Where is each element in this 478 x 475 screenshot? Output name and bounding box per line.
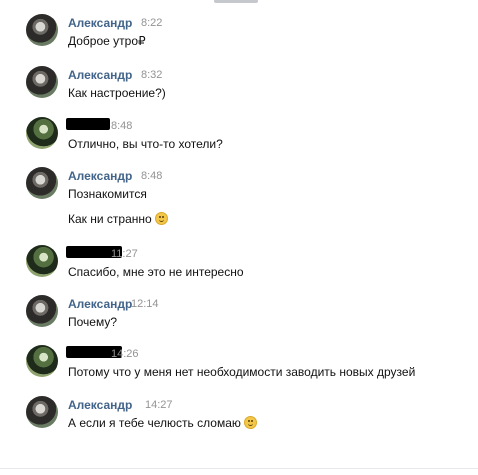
avatar[interactable] xyxy=(26,295,58,327)
author-name[interactable]: Александр xyxy=(68,169,132,183)
message-text: А если я тебе челюсть сломаю xyxy=(68,416,257,430)
avatar[interactable] xyxy=(26,345,58,377)
author-name[interactable]: Александр xyxy=(68,68,132,82)
message-text: Почему? xyxy=(68,315,118,329)
avatar[interactable] xyxy=(26,14,58,46)
message-text: Доброе утро₽ xyxy=(68,34,146,48)
message-time: 14:26 xyxy=(111,348,139,360)
message-text: Отлично, вы что-то хотели? xyxy=(68,137,223,151)
message-text: Познакомится xyxy=(68,187,147,201)
message-text: Как ни странно xyxy=(68,212,168,226)
author-name[interactable]: Александр xyxy=(68,16,132,30)
chat-history: Александр 8:22 Доброе утро₽ Александр 8:… xyxy=(0,0,478,475)
message-time: 8:48 xyxy=(111,120,133,132)
message-time: 8:22 xyxy=(141,17,163,29)
author-name[interactable]: Александр xyxy=(68,297,132,311)
avatar[interactable] xyxy=(26,167,58,199)
message-time: 8:48 xyxy=(141,170,163,182)
message-time: 12:14 xyxy=(131,298,159,310)
author-name[interactable]: Александр xyxy=(68,398,132,412)
message-text: Как настроение?) xyxy=(68,86,166,100)
redacted-name xyxy=(66,118,110,130)
message-text-inline: А если я тебе челюсть сломаю xyxy=(68,416,241,430)
smile-emoji-icon xyxy=(154,212,168,225)
avatar[interactable] xyxy=(26,396,58,428)
avatar[interactable] xyxy=(26,245,58,277)
message-time: 11:27 xyxy=(111,248,138,260)
avatar[interactable] xyxy=(26,117,58,149)
message-text: Спасибо, мне это не интересно xyxy=(68,265,244,279)
bottom-divider xyxy=(0,468,478,469)
smile-emoji-icon xyxy=(243,416,257,429)
message-text-inline: Как ни странно xyxy=(68,212,152,226)
message-time: 8:32 xyxy=(141,69,163,81)
message-time: 14:27 xyxy=(145,399,173,411)
message-text: Потому что у меня нет необходимости заво… xyxy=(68,365,416,379)
avatar[interactable] xyxy=(26,66,58,98)
